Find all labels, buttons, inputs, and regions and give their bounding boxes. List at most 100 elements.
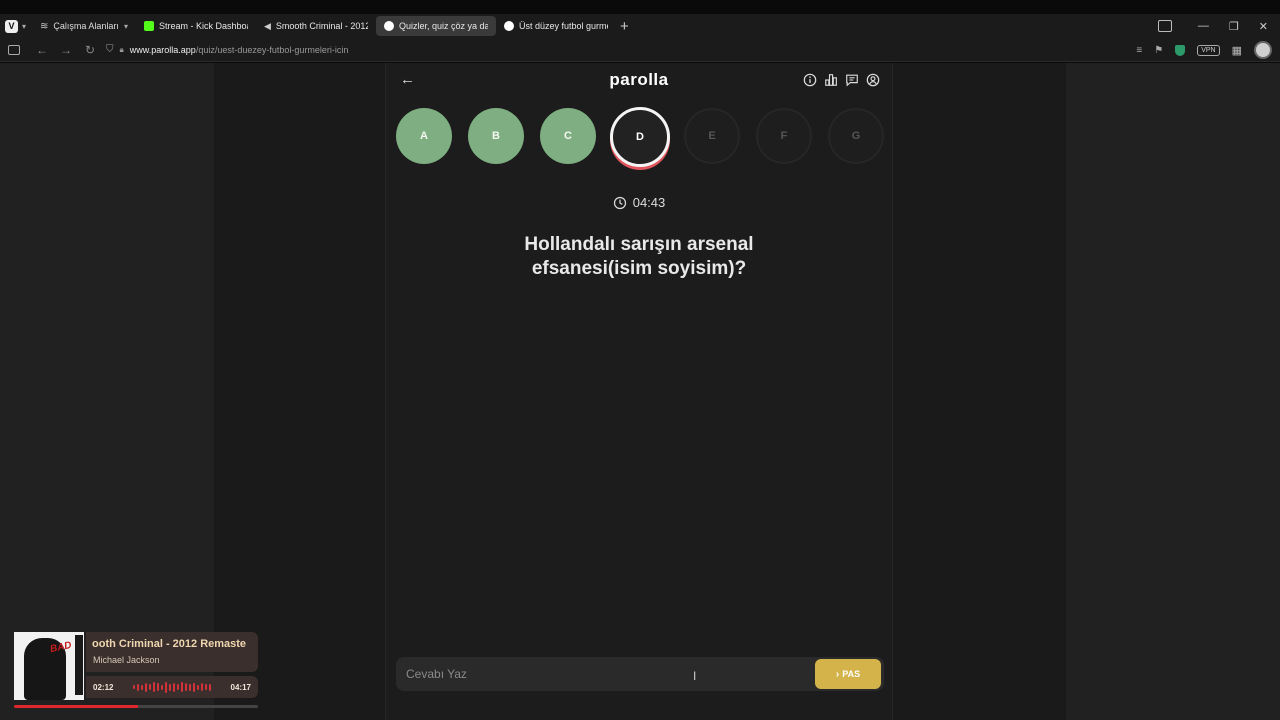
track-title: ooth Criminal - 2012 Remaste: [92, 638, 247, 650]
quiz-app: ← parolla A B C D E F G 04:43 Hollandalı…: [385, 63, 893, 720]
panel-toggle-icon[interactable]: [8, 44, 20, 55]
album-cover: BAD: [14, 632, 84, 700]
vivaldi-menu-icon[interactable]: V: [5, 19, 18, 33]
waveform-bar: [181, 682, 183, 692]
toolbar-right: ≡ ⚑ VPN ▦: [1136, 38, 1272, 62]
waveform: [133, 681, 211, 693]
waveform-bar: [177, 684, 179, 690]
workspaces-label: Çalışma Alanları: [53, 21, 119, 31]
waveform-bar: [201, 683, 203, 691]
url-field[interactable]: www.parolla.app/quiz/uest-duezey-futbol-…: [130, 45, 349, 55]
tab-ust-duzey[interactable]: Üst düzey futbol gurmeleri: [496, 16, 616, 36]
reader-icon[interactable]: ≡: [1136, 45, 1142, 56]
waveform-bar: [173, 682, 175, 692]
shield-icon[interactable]: ⛉: [106, 44, 114, 55]
minimize-icon[interactable]: —: [1198, 20, 1209, 32]
chevron-down-icon[interactable]: ▾: [22, 22, 26, 31]
track-progress: 02:12 04:17: [86, 676, 258, 698]
waveform-bar: [145, 682, 147, 692]
track-duration: 04:17: [230, 682, 251, 692]
letter-g[interactable]: G: [828, 108, 884, 164]
playback-bar-fill: [14, 705, 139, 708]
chevron-right-icon: ›: [835, 668, 840, 680]
waveform-bar: [205, 684, 207, 690]
answer-input[interactable]: [396, 667, 815, 681]
letter-d[interactable]: D: [610, 107, 670, 167]
tab-smooth-criminal[interactable]: ◀ Smooth Criminal - 2012 Re: [256, 16, 376, 36]
close-icon[interactable]: ✕: [1259, 20, 1268, 33]
right-gutter: [894, 63, 1066, 720]
waveform-bar: [137, 683, 139, 691]
waveform-bar: [157, 683, 159, 691]
waveform-bar: [209, 683, 211, 691]
stats-icon[interactable]: [824, 73, 838, 87]
speaker-icon: ◀: [263, 20, 271, 31]
tab-label: Üst düzey futbol gurmeleri: [518, 21, 608, 31]
url-path: /quiz/uest-duezey-futbol-gurmeleri-icin: [195, 44, 349, 55]
waveform-bar: [149, 684, 151, 690]
waveform-bar: [153, 682, 155, 692]
letter-a[interactable]: A: [396, 108, 452, 164]
profile-icon[interactable]: [866, 73, 880, 87]
url-domain: www.parolla.app: [129, 44, 196, 55]
chevron-down-icon: ▾: [123, 21, 128, 31]
tab-label: Quizler, quiz çöz ya da quiz: [398, 21, 488, 31]
extension-shield-icon[interactable]: [1175, 44, 1186, 56]
browser-tab-bar: V ▾ ≋ Çalışma Alanları ▾ Stream - Kick D…: [0, 14, 1280, 38]
address-bar: ← → ↻ ⛉ 🔒︎ www.parolla.app/quiz/uest-due…: [0, 38, 1280, 62]
letter-e[interactable]: E: [684, 108, 740, 164]
comment-icon[interactable]: [845, 73, 859, 87]
screen: V ▾ ≋ Çalışma Alanları ▾ Stream - Kick D…: [0, 0, 1280, 720]
waveform-bar: [189, 683, 191, 691]
tab-kick-dashboard[interactable]: Stream - Kick Dashboard: [136, 16, 256, 36]
waveform-bar: [161, 684, 163, 690]
text-cursor-icon: I: [693, 669, 697, 683]
new-tab-icon[interactable]: +: [620, 18, 629, 35]
page: ← parolla A B C D E F G 04:43 Hollandalı…: [0, 63, 1280, 720]
back-icon[interactable]: ←: [30, 43, 54, 57]
reload-icon[interactable]: ↻: [78, 43, 102, 57]
track-info: ooth Criminal - 2012 Remaste Michael Jac…: [86, 632, 258, 672]
parolla-icon: [503, 21, 514, 31]
question-text: Hollandalı sarışın arsenal efsanesi(isim…: [446, 233, 832, 281]
question-line-1: Hollandalı sarışın arsenal: [524, 234, 754, 255]
playback-bar: [14, 705, 258, 708]
left-panel: [0, 63, 214, 720]
waveform-bar: [141, 684, 143, 690]
calculator-icon[interactable]: ▦: [1232, 44, 1242, 57]
pass-label: PAS: [842, 669, 861, 679]
kick-icon: [143, 21, 154, 31]
pass-button[interactable]: › PAS: [815, 659, 881, 689]
header-actions: [803, 73, 880, 87]
tab-label: Smooth Criminal - 2012 Re: [275, 21, 368, 31]
album-spine: [75, 635, 83, 695]
tab-label: Stream - Kick Dashboard: [158, 21, 248, 31]
forward-icon[interactable]: →: [54, 43, 78, 57]
tab-quizler[interactable]: Quizler, quiz çöz ya da quiz: [375, 16, 496, 36]
right-panel: [1066, 63, 1280, 720]
clock-icon: [613, 196, 626, 209]
left-gutter: [214, 63, 384, 720]
now-playing-widget: BAD ooth Criminal - 2012 Remaste Michael…: [14, 632, 258, 712]
layers-icon: ≋: [40, 20, 49, 32]
restore-icon[interactable]: ❐: [1229, 20, 1239, 33]
lock-icon: 🔒︎: [119, 44, 124, 54]
vpn-button[interactable]: VPN: [1197, 44, 1220, 56]
info-icon[interactable]: [803, 73, 817, 87]
waveform-bar: [185, 683, 187, 691]
mail-icon[interactable]: [1157, 20, 1172, 32]
window-controls: — ❐ ✕: [1157, 14, 1280, 38]
app-header: ← parolla: [386, 63, 892, 99]
letter-c[interactable]: C: [540, 108, 596, 164]
timer: 04:43: [386, 195, 892, 210]
waveform-bar: [193, 682, 195, 692]
letter-b[interactable]: B: [468, 108, 524, 164]
workspaces-button[interactable]: ≋ Çalışma Alanları ▾: [32, 14, 136, 38]
waveform-bar: [133, 685, 135, 689]
bookmark-icon[interactable]: ⚑: [1154, 45, 1163, 56]
question-line-2: efsanesi(isim soyisim)?: [531, 258, 747, 279]
letter-f[interactable]: F: [756, 108, 812, 164]
avatar[interactable]: [1254, 41, 1272, 59]
elapsed-time: 02:12: [93, 682, 114, 692]
parolla-icon: [383, 21, 394, 31]
